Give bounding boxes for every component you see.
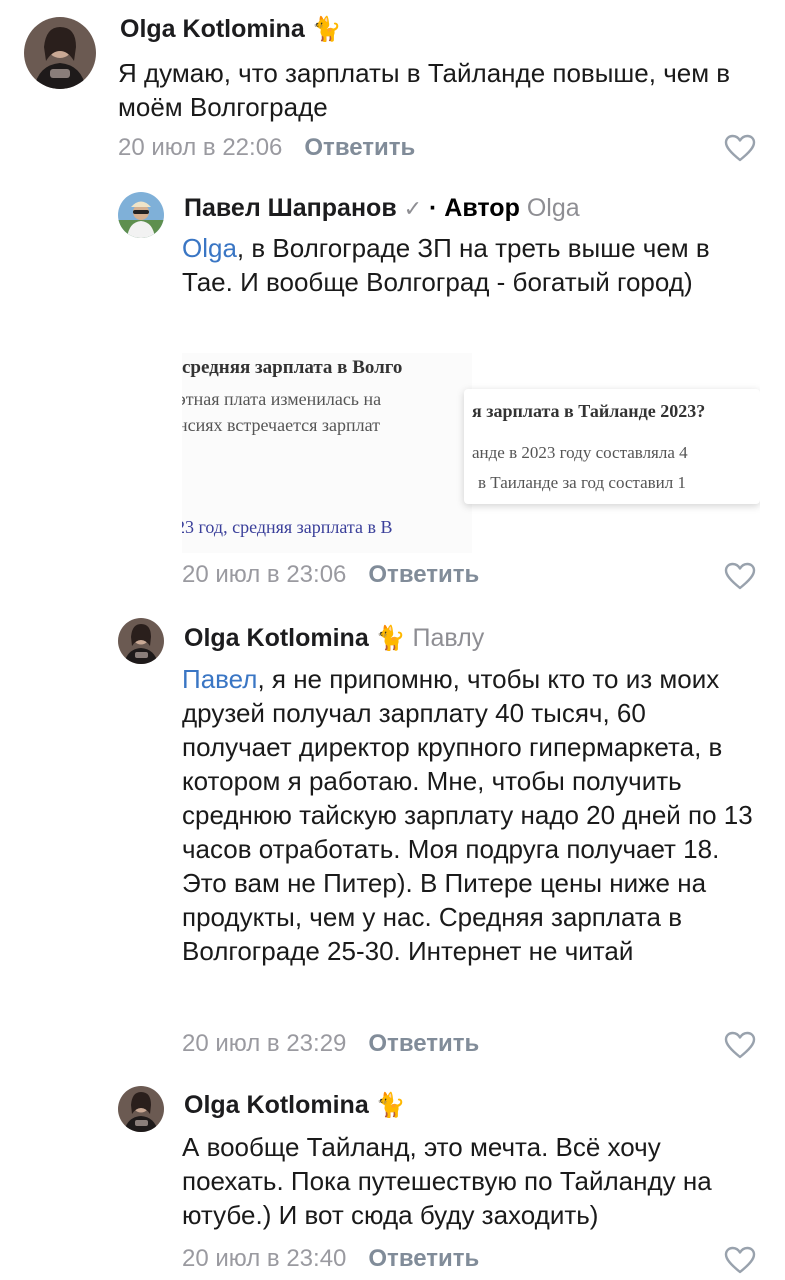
author-name[interactable]: Olga Kotlomina xyxy=(184,1091,369,1119)
olga-avatar[interactable] xyxy=(118,618,164,664)
reply-to-name[interactable]: Павлу xyxy=(413,624,485,652)
mention-link[interactable]: Павел xyxy=(182,664,257,694)
attached-image[interactable]: средняя зарплата в Волго этная плата изм… xyxy=(182,353,760,553)
comment-body: , в Волгограде ЗП на треть выше чем в Та… xyxy=(182,233,710,297)
comment-1: Olga Kotlomina 🐈 Я думаю, что зарплаты в… xyxy=(0,0,785,175)
timestamp[interactable]: 20 июл в 22:06 xyxy=(118,134,282,161)
snippet-line: нсиях встречается зарплат xyxy=(182,415,381,435)
author-name[interactable]: Olga Kotlomina xyxy=(184,624,369,652)
pavel-avatar[interactable] xyxy=(118,192,164,238)
comment-text: А вообще Тайланд, это мечта. Всё хочу по… xyxy=(182,1130,762,1232)
snippet-line: 23 год, средняя зарплата в В xyxy=(182,517,393,537)
comment-2: Павел Шапранов ✓ · Автор Olga Olga, в Во… xyxy=(0,175,785,605)
comment-header: Olga Kotlomina 🐈 xyxy=(120,14,342,45)
snippet-line: этная плата изменилась на xyxy=(182,389,382,409)
verified-check-icon: ✓ xyxy=(403,196,423,221)
snippet-heading: средняя зарплата в Волго xyxy=(182,357,403,378)
comment-body: А вообще Тайланд, это мечта. Всё хочу по… xyxy=(182,1132,712,1230)
reply-button[interactable]: Ответить xyxy=(368,1245,479,1272)
olga-avatar[interactable] xyxy=(24,17,96,89)
heart-outline-icon[interactable] xyxy=(724,1246,756,1274)
comment-text: Я думаю, что зарплаты в Тайланде повыше,… xyxy=(118,56,758,124)
comment-body: , я не припомню, чтобы кто то из моих др… xyxy=(182,664,753,966)
reply-to-name[interactable]: Olga xyxy=(527,194,580,222)
comment-meta: 20 июл в 22:06 Ответить xyxy=(118,133,415,163)
comment-4: Olga Kotlomina 🐈 А вообще Тайланд, это м… xyxy=(0,1070,785,1280)
comment-header: Olga Kotlomina 🐈 Павлу xyxy=(184,623,484,654)
comment-header: Павел Шапранов ✓ · Автор Olga xyxy=(184,193,580,224)
comment-meta: 20 июл в 23:29 Ответить xyxy=(182,1029,479,1059)
author-name[interactable]: Olga Kotlomina xyxy=(120,15,305,43)
reply-button[interactable]: Ответить xyxy=(368,561,479,588)
reply-button[interactable]: Ответить xyxy=(304,134,415,161)
comment-text: Павел, я не припомню, чтобы кто то из мо… xyxy=(182,662,762,968)
heart-outline-icon[interactable] xyxy=(724,562,756,590)
reply-button[interactable]: Ответить xyxy=(368,1030,479,1057)
mention-link[interactable]: Olga xyxy=(182,233,237,263)
comment-3: Olga Kotlomina 🐈 Павлу Павел, я не припо… xyxy=(0,605,785,1070)
heart-outline-icon[interactable] xyxy=(724,1031,756,1059)
snippet-heading: я зарплата в Тайланде 2023? xyxy=(472,401,706,421)
author-name[interactable]: Павел Шапранов xyxy=(184,194,397,222)
cat-emoji-icon: 🐈 xyxy=(375,625,406,652)
timestamp[interactable]: 20 июл в 23:06 xyxy=(182,561,346,588)
comment-meta: 20 июл в 23:40 Ответить xyxy=(182,1244,479,1274)
timestamp[interactable]: 20 июл в 23:40 xyxy=(182,1245,346,1272)
timestamp[interactable]: 20 июл в 23:29 xyxy=(182,1030,346,1057)
snippet-line: анде в 2023 году составляла 4 xyxy=(472,443,688,462)
heart-outline-icon[interactable] xyxy=(724,134,756,162)
comment-meta: 20 июл в 23:06 Ответить xyxy=(182,560,479,590)
snippet-line: в Таиланде за год составил 1 xyxy=(478,473,686,492)
author-tag: · Автор xyxy=(429,194,520,222)
comment-body: Я думаю, что зарплаты в Тайланде повыше,… xyxy=(118,58,731,122)
cat-emoji-icon: 🐈 xyxy=(311,16,342,43)
cat-emoji-icon: 🐈 xyxy=(375,1092,406,1119)
olga-avatar[interactable] xyxy=(118,1086,164,1132)
comment-header: Olga Kotlomina 🐈 xyxy=(184,1090,406,1121)
comment-text: Olga, в Волгограде ЗП на треть выше чем … xyxy=(182,231,762,299)
